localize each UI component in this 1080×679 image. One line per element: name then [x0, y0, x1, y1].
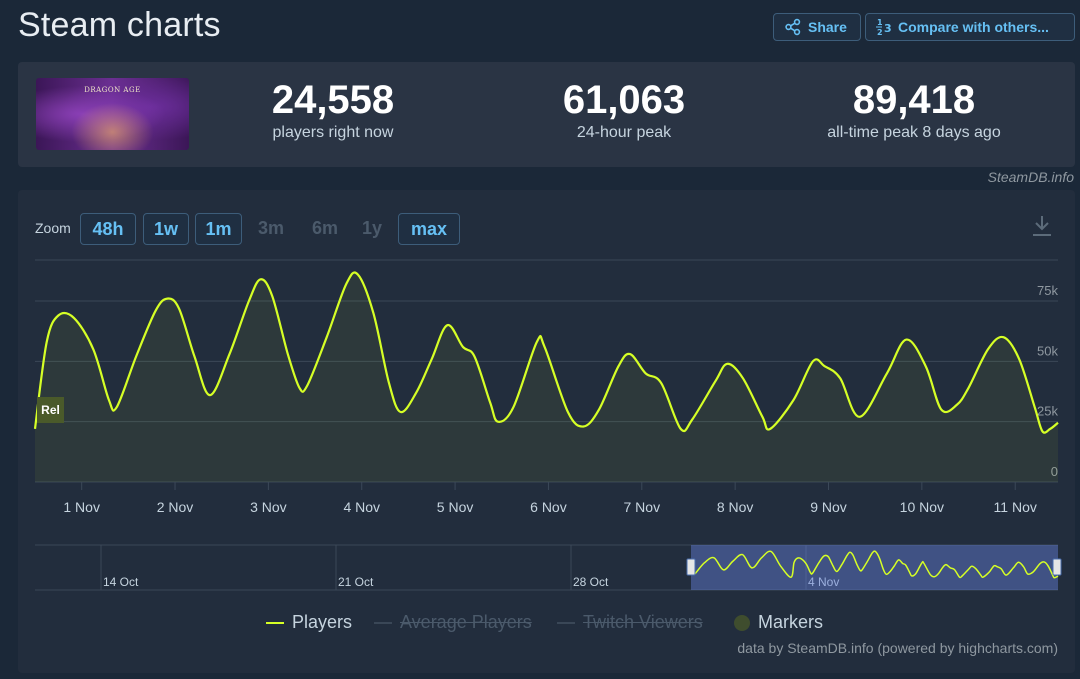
- svg-text:2: 2: [877, 28, 883, 37]
- stat-alltime-peak-label: all-time peak 8 days ago: [827, 124, 1001, 141]
- x-tick-label: 5 Nov: [437, 499, 474, 515]
- share-icon: [785, 18, 801, 36]
- navigator-left-handle: [686, 558, 696, 576]
- fractions-icon: 1 2 3: [876, 18, 892, 37]
- x-tick-label: 2 Nov: [157, 499, 194, 515]
- players-area: [35, 272, 1058, 482]
- share-button[interactable]: Share: [773, 13, 861, 41]
- navigator-date-label: 14 Oct: [103, 575, 139, 589]
- legend-players[interactable]: Players: [266, 612, 352, 633]
- y-tick-label: 75k: [1037, 283, 1058, 298]
- x-tick-label: 3 Nov: [250, 499, 287, 515]
- zoom-max-button[interactable]: max: [398, 213, 460, 245]
- zoom-label: Zoom: [35, 220, 71, 236]
- stat-current-label: players right now: [272, 124, 394, 141]
- legend-average-label: Average Players: [400, 612, 532, 632]
- legend-players-label: Players: [292, 612, 353, 632]
- stat-24h-peak-value: 61,063: [562, 78, 686, 122]
- legend-twitch-swatch: [557, 621, 575, 624]
- zoom-1y-button[interactable]: 1y: [354, 213, 390, 245]
- legend-markers-dot: [734, 614, 750, 631]
- stat-alltime-peak-value: 89,418: [852, 78, 976, 122]
- stat-current-value: 24,558: [271, 78, 395, 122]
- x-tick-label: 1 Nov: [63, 499, 100, 515]
- player-chart: 025k50k75k1 Nov2 Nov3 Nov4 Nov5 Nov6 Nov…: [33, 259, 1062, 591]
- page-title: Steam charts: [18, 6, 221, 44]
- data-credit[interactable]: data by SteamDB.info (powered by highcha…: [737, 640, 1058, 656]
- release-marker-label: Rel: [41, 403, 60, 417]
- compare-label: Compare with others...: [898, 19, 1049, 35]
- svg-text:3: 3: [884, 22, 892, 35]
- zoom-1w-button[interactable]: 1w: [143, 213, 189, 245]
- chart-panel: 025k50k75k1 Nov2 Nov3 Nov4 Nov5 Nov6 Nov…: [18, 190, 1075, 673]
- x-tick-label: 11 Nov: [994, 499, 1037, 515]
- navigator-date-label: 28 Oct: [573, 575, 609, 589]
- legend-average-players[interactable]: Average Players: [374, 612, 532, 633]
- x-tick-label: 8 Nov: [717, 499, 754, 515]
- compare-button[interactable]: 1 2 3 Compare with others...: [865, 13, 1075, 41]
- game-thumbnail[interactable]: DRAGON AGE: [36, 78, 189, 150]
- legend-average-swatch: [374, 621, 392, 624]
- stat-current: 24,558 players right now: [213, 78, 453, 142]
- x-tick-label: 9 Nov: [810, 499, 847, 515]
- legend-twitch-viewers[interactable]: Twitch Viewers: [557, 612, 703, 633]
- legend-markers[interactable]: Markers: [734, 612, 823, 633]
- zoom-48h-button[interactable]: 48h: [80, 213, 136, 245]
- legend-twitch-label: Twitch Viewers: [583, 612, 703, 632]
- stats-panel: DRAGON AGE 24,558 players right now 61,0…: [18, 62, 1075, 167]
- x-tick-label: 6 Nov: [530, 499, 567, 515]
- stat-24h-peak-label: 24-hour peak: [576, 124, 672, 141]
- x-tick-label: 10 Nov: [900, 499, 944, 515]
- download-icon[interactable]: [1031, 214, 1053, 238]
- stat-alltime-peak: 89,418 all-time peak 8 days ago: [794, 78, 1034, 142]
- x-tick-label: 4 Nov: [343, 499, 380, 515]
- game-logo: DRAGON AGE: [84, 86, 141, 94]
- legend-markers-label: Markers: [758, 612, 824, 632]
- stat-24h-peak: 61,063 24-hour peak: [504, 78, 744, 142]
- navigator-date-label: 21 Oct: [338, 575, 374, 589]
- share-label: Share: [808, 19, 847, 35]
- y-tick-label: 25k: [1037, 404, 1058, 419]
- x-tick-label: 7 Nov: [624, 499, 661, 515]
- steamdb-credit[interactable]: SteamDB.info: [988, 169, 1074, 185]
- legend-players-swatch: [266, 621, 284, 624]
- navigator-right-handle: [1052, 558, 1062, 576]
- svg-text:1: 1: [877, 18, 883, 27]
- y-tick-label: 50k: [1037, 343, 1058, 358]
- zoom-1m-button[interactable]: 1m: [195, 213, 242, 245]
- zoom-3m-button[interactable]: 3m: [251, 213, 291, 245]
- zoom-6m-button[interactable]: 6m: [305, 213, 345, 245]
